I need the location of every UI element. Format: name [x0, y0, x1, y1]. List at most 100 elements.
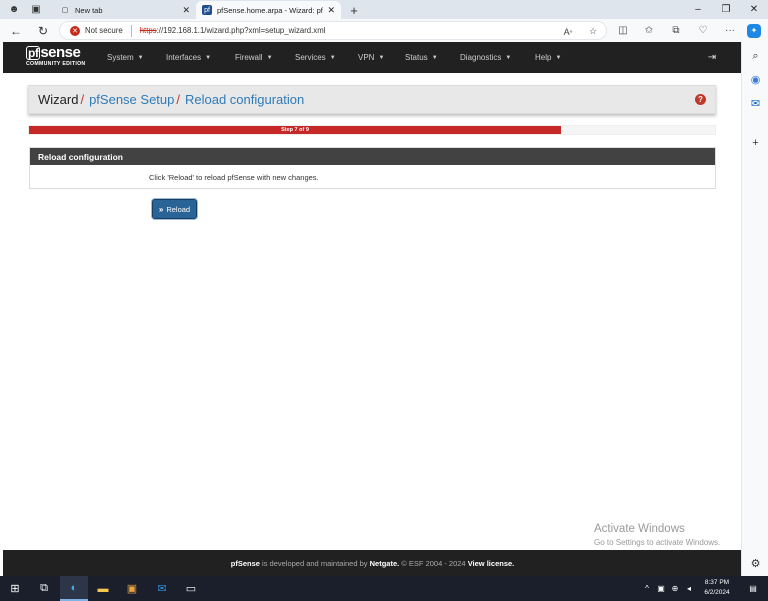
favorites-icon[interactable]: ✩ — [638, 19, 660, 42]
browser-essentials-icon[interactable]: ♡ — [692, 19, 714, 42]
file-explorer-icon[interactable]: ▬ — [89, 576, 117, 601]
breadcrumb-wizard: Wizard — [38, 92, 79, 107]
discover-icon[interactable]: ◉ — [742, 70, 768, 88]
breadcrumb-pfsense-setup[interactable]: pfSense Setup — [89, 92, 174, 107]
help-icon[interactable]: ? — [695, 94, 706, 105]
menu-interfaces[interactable]: Interfaces ▼ — [166, 42, 211, 73]
menu-services[interactable]: Services ▼ — [295, 42, 336, 73]
menu-label: System — [107, 53, 134, 62]
browser-tab-strip: ☻ ▣ ▢ New tab ✕ pf pfSense.home.arpa - W… — [0, 0, 768, 19]
new-tab-icon[interactable]: + — [347, 1, 361, 19]
close-tab-icon[interactable]: ✕ — [182, 5, 190, 16]
copilot-icon[interactable]: ✦ — [747, 23, 761, 38]
caret-down-icon: ▼ — [205, 54, 212, 61]
more-options-icon[interactable]: ··· — [719, 19, 741, 42]
menu-diagnostics[interactable]: Diagnostics ▼ — [460, 42, 511, 73]
footer-brand: pfSense — [230, 558, 260, 568]
menu-label: Help — [535, 53, 552, 62]
progress-label: Step 7 of 9 — [281, 127, 309, 133]
caret-down-icon: ▼ — [137, 54, 144, 61]
browser-sidebar: ⌕ ◉ ✉ + ⚙ — [741, 42, 768, 576]
url-text: ://192.168.1.1/wizard.php?xml=setup_wiza… — [156, 26, 326, 35]
taskbar-clock[interactable]: 8:37 PM 6/2/2024 — [699, 578, 735, 599]
menu-firewall[interactable]: Firewall ▼ — [235, 42, 273, 73]
footer-company-link[interactable]: Netgate. — [370, 559, 400, 568]
edge-browser-icon[interactable]: ◐ — [60, 576, 88, 601]
windows-taskbar: ⊞ ⧉ ◐ ▬ ▣ ✉ ▭ ^ ▣ ⊕ ◂ 8:37 PM 6/2/2024 ▤ — [0, 576, 768, 601]
menu-label: Services — [295, 53, 326, 62]
pfsense-favicon-icon: pf — [202, 5, 212, 15]
outlook-icon[interactable]: ✉ — [742, 94, 768, 112]
watermark-subtitle: Go to Settings to activate Windows. — [594, 538, 721, 547]
menu-vpn[interactable]: VPN ▼ — [358, 42, 384, 73]
activate-windows-watermark: Activate Windows Go to Settings to activ… — [594, 523, 720, 549]
double-chevron-right-icon: » — [158, 204, 164, 214]
footer-copyright: © ESF 2004 - 2024 — [399, 558, 468, 568]
security-label[interactable]: Not secure — [85, 26, 123, 35]
progress-fill: Step 7 of 9 — [29, 126, 561, 134]
split-screen-icon[interactable]: ◫ — [612, 19, 634, 42]
workspaces-icon[interactable]: ▣ — [26, 0, 46, 19]
reload-panel: Reload configuration Click 'Reload' to r… — [29, 147, 716, 189]
watermark-title: Activate Windows — [594, 523, 685, 535]
back-icon[interactable]: ← — [2, 19, 30, 42]
collections-icon[interactable]: ⧉ — [665, 19, 687, 42]
show-hidden-icons-icon[interactable]: ^ — [640, 576, 654, 601]
tab-label: pfSense.home.arpa - Wizard: pfS — [217, 5, 324, 15]
menu-label: Status — [405, 53, 428, 62]
footer-text: is developed and maintained by — [259, 558, 370, 568]
caret-down-icon: ▼ — [378, 54, 385, 61]
mail-icon[interactable]: ✉ — [148, 576, 176, 601]
breadcrumb-reload-configuration[interactable]: Reload configuration — [185, 92, 304, 107]
reload-button[interactable]: » Reload — [152, 199, 197, 219]
refresh-icon[interactable]: ↻ — [29, 19, 57, 42]
clock-date: 6/2/2024 — [704, 589, 730, 596]
tab-label: New tab — [75, 5, 103, 15]
search-icon[interactable]: ⌕ — [742, 47, 768, 65]
tab-pfsense-wizard[interactable]: pf pfSense.home.arpa - Wizard: pfS ✕ — [196, 1, 341, 19]
add-sidebar-app-icon[interactable]: + — [742, 134, 768, 152]
pfsense-logo[interactable]: pf sense COMMUNITY EDITION — [26, 45, 92, 71]
menu-help[interactable]: Help ▼ — [535, 42, 561, 73]
favorite-star-icon[interactable]: ☆ — [584, 22, 602, 41]
menu-label: Firewall — [235, 53, 263, 62]
task-view-icon[interactable]: ⧉ — [30, 576, 58, 601]
close-window-icon[interactable]: ✕ — [740, 0, 768, 19]
caret-down-icon: ▼ — [555, 54, 562, 61]
network-icon[interactable]: ▣ — [654, 576, 668, 601]
settings-gear-icon[interactable]: ⚙ — [742, 554, 768, 572]
browser-toolbar: ← ↻ ✕ Not secure https ://192.168.1.1/wi… — [0, 19, 768, 42]
clock-time: 8:37 PM — [704, 579, 730, 586]
url-scheme: https — [139, 26, 157, 35]
page-icon: ▢ — [61, 7, 69, 14]
logout-icon[interactable]: ⇥ — [703, 42, 721, 73]
reload-button-label: Reload — [166, 204, 191, 214]
caret-down-icon: ▼ — [266, 54, 273, 61]
pfsense-navbar: pf sense COMMUNITY EDITION System ▼ Interf… — [3, 42, 741, 73]
notifications-icon[interactable]: ▤ — [744, 576, 762, 601]
menu-label: Interfaces — [166, 53, 202, 62]
panel-title: Reload configuration — [30, 148, 715, 165]
breadcrumb: Wizard / pfSense Setup / Reload configurat… — [28, 85, 716, 114]
footer-license-link[interactable]: View license. — [468, 559, 515, 568]
divider — [130, 24, 132, 37]
address-bar[interactable]: ✕ Not secure https ://192.168.1.1/wizard… — [59, 21, 607, 40]
terminal-icon[interactable]: ▭ — [177, 576, 205, 601]
menu-system[interactable]: System ▼ — [107, 42, 144, 73]
tab-new-tab[interactable]: ▢ New tab ✕ — [54, 1, 196, 19]
restore-icon[interactable]: ❐ — [712, 0, 740, 19]
volume-icon[interactable]: ◂ — [682, 576, 696, 601]
profile-icon[interactable]: ☻ — [4, 0, 24, 19]
globe-icon[interactable]: ⊕ — [668, 576, 682, 601]
menu-status[interactable]: Status ▼ — [405, 42, 438, 73]
minimize-icon[interactable]: – — [684, 0, 712, 19]
store-icon[interactable]: ▣ — [118, 576, 146, 601]
not-secure-icon: ✕ — [70, 25, 80, 36]
logo-subtitle: COMMUNITY EDITION — [26, 61, 86, 67]
menu-label: Diagnostics — [460, 53, 502, 62]
wizard-progress-bar: Step 7 of 9 — [28, 125, 716, 135]
caret-down-icon: ▼ — [329, 54, 336, 61]
windows-start-icon[interactable]: ⊞ — [1, 576, 29, 601]
read-aloud-icon[interactable]: A» — [559, 22, 577, 41]
close-tab-icon[interactable]: ✕ — [327, 5, 335, 16]
